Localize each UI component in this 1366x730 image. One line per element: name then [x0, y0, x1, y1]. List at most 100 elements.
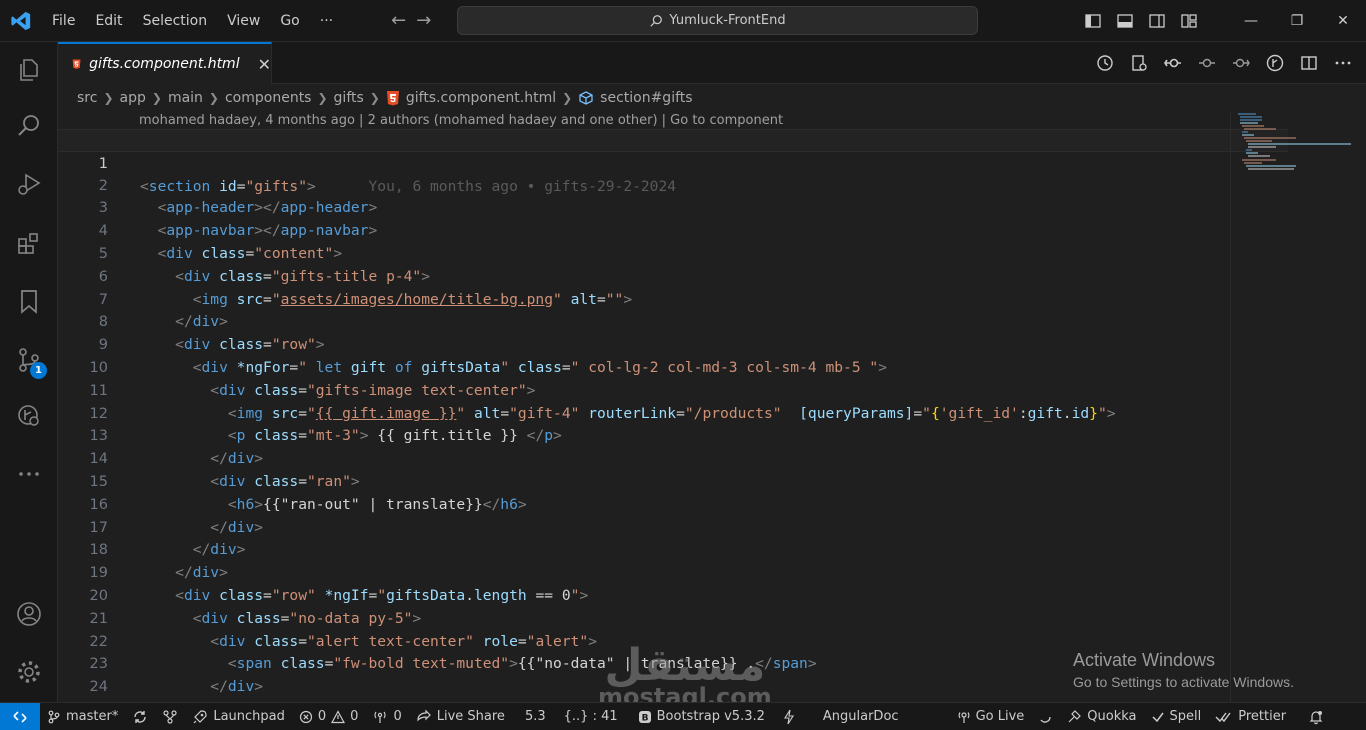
notifications-bell-icon[interactable] — [1301, 709, 1331, 725]
breadcrumb-src[interactable]: src — [77, 90, 97, 106]
version-label: 5.3 — [524, 709, 546, 724]
toggle-panel-icon[interactable] — [1116, 12, 1134, 30]
run-debug-icon[interactable] — [0, 160, 58, 208]
braces-label: {..} : 41 — [563, 709, 618, 724]
menu-file[interactable]: File — [42, 0, 85, 42]
html5-file-icon — [386, 91, 399, 106]
error-count: 0 — [317, 709, 327, 724]
toggle-primary-sidebar-icon[interactable] — [1084, 12, 1102, 30]
open-changes-icon[interactable] — [1130, 54, 1148, 72]
warning-icon — [331, 709, 346, 723]
chevron-right-icon: ❯ — [151, 91, 162, 105]
bookmarks-icon[interactable] — [0, 277, 58, 325]
problems-status[interactable]: 0 0 — [292, 709, 366, 724]
menu-edit[interactable]: Edit — [85, 0, 132, 42]
live-share-status[interactable]: Live Share — [409, 709, 512, 725]
menu-selection[interactable]: Selection — [133, 0, 218, 42]
minimap[interactable] — [1236, 112, 1356, 172]
breadcrumb: src ❯ app ❯ main ❯ components ❯ gifts ❯ … — [77, 87, 693, 109]
chevron-right-icon: ❯ — [562, 91, 573, 105]
tab-gifts-component-html[interactable]: gifts.component.html ✕ — [58, 42, 272, 84]
settings-gear-icon[interactable] — [0, 648, 58, 696]
next-change-icon[interactable] — [1232, 54, 1250, 72]
code-line: 3 <app-navbar></app-navbar> — [58, 175, 1288, 239]
ports-status[interactable]: 0 — [365, 709, 408, 725]
bootstrap-status[interactable]: B Bootstrap v5.3.2 — [631, 709, 772, 724]
tab-label: gifts.component.html — [89, 56, 240, 72]
tab-close-icon[interactable]: ✕ — [258, 55, 271, 74]
commit-icon[interactable] — [1198, 54, 1216, 72]
quokka-status[interactable]: Quokka — [1059, 709, 1143, 725]
search-icon — [650, 14, 663, 27]
mostaql-watermark: مستقل mostaql.com — [598, 640, 772, 702]
sync-icon[interactable] — [125, 709, 155, 725]
breadcrumb-gifts[interactable]: gifts — [334, 90, 364, 106]
code-line: 10 <div class="gifts-image text-center"> — [58, 334, 1288, 399]
breadcrumb-app[interactable]: app — [120, 90, 146, 106]
go-live-icon — [958, 711, 969, 723]
more-views-icon[interactable] — [0, 450, 58, 498]
activate-title: Activate Windows — [1073, 650, 1216, 670]
go-live-status[interactable]: Go Live — [950, 709, 1032, 724]
prettier-label: Prettier — [1238, 709, 1287, 724]
minimap-divider — [1230, 112, 1231, 702]
editor-tab-bar: gifts.component.html ✕ — [58, 42, 1366, 84]
code-line: 12 <p class="mt-3"> {{ gift.title }} </p… — [58, 380, 1288, 445]
toggle-secondary-sidebar-icon[interactable] — [1148, 12, 1166, 30]
code-line: 19 <div class="row" *ngIf="giftsData.len… — [58, 539, 1288, 604]
minimize-button[interactable]: — — [1228, 0, 1274, 42]
chevron-right-icon: ❯ — [103, 91, 114, 105]
gitlens-inspect-icon[interactable] — [1266, 54, 1284, 72]
html5-file-icon — [72, 59, 81, 69]
menu-view[interactable]: View — [217, 0, 270, 42]
timeline-history-icon[interactable] — [1096, 54, 1114, 72]
git-history-icon[interactable] — [0, 392, 58, 440]
breadcrumb-components[interactable]: components — [225, 90, 312, 106]
breadcrumb-symbol[interactable]: section#gifts — [600, 90, 692, 106]
split-editor-icon[interactable] — [1300, 54, 1318, 72]
code-editor[interactable]: mohamed hadaey, 4 months ago | 2 authors… — [58, 112, 1366, 702]
spell-status[interactable]: Spell — [1144, 709, 1209, 724]
source-control-icon[interactable]: 1 — [0, 336, 58, 384]
menu-more[interactable]: ··· — [310, 0, 343, 42]
command-center-search[interactable]: Yumluck-FrontEnd — [457, 6, 978, 35]
launchpad-status[interactable]: Launchpad — [185, 709, 292, 725]
breadcrumb-file[interactable]: gifts.component.html — [406, 90, 556, 106]
activity-bar: 1 — [0, 42, 58, 702]
gitlens-graph-icon[interactable] — [155, 709, 185, 725]
watermark-latin: mostaql.com — [598, 683, 772, 702]
lightning-icon[interactable] — [776, 709, 802, 725]
breadcrumb-main[interactable]: main — [168, 90, 203, 106]
live-share-icon — [417, 709, 431, 721]
remote-window-icon[interactable] — [0, 702, 40, 730]
code-line: 22 <span class="fw-bold text-muted">{{"n… — [58, 608, 1288, 673]
code-line: 16 </div> — [58, 471, 1288, 536]
close-window-button[interactable]: ✕ — [1320, 0, 1366, 42]
launchpad-label: Launchpad — [213, 709, 285, 724]
angulardoc-status[interactable]: AngularDoc — [816, 709, 906, 724]
prettier-status[interactable]: Prettier — [1208, 709, 1293, 724]
restore-button[interactable]: ❐ — [1274, 0, 1320, 42]
more-actions-icon[interactable] — [1334, 54, 1352, 72]
search-icon[interactable] — [0, 102, 58, 150]
version-status[interactable]: 5.3 — [518, 709, 553, 724]
json-path-status[interactable]: {..} : 41 — [557, 709, 625, 724]
vscode-logo-icon — [0, 0, 42, 42]
broadcast-icon — [374, 711, 387, 723]
codelens-blame[interactable]: mohamed hadaey, 4 months ago | 2 authors… — [139, 112, 783, 130]
extensions-icon[interactable] — [0, 219, 58, 267]
code-line: 8 <div class="row"> — [58, 289, 1288, 353]
code-line: 11 <img src="{{ gift.image }}" alt="gift… — [58, 357, 1288, 422]
explorer-icon[interactable] — [0, 46, 58, 94]
previous-change-icon[interactable] — [1164, 54, 1182, 72]
code-line: 9 <div *ngFor=" let gift of giftsData" c… — [58, 311, 1288, 376]
code-lines: 1 <section id="gifts"> You, 6 months ago… — [58, 129, 1288, 702]
forward-arrow-icon[interactable]: → — [416, 10, 431, 31]
accounts-icon[interactable] — [0, 590, 58, 638]
back-arrow-icon[interactable]: ← — [391, 10, 406, 31]
menu-go[interactable]: Go — [270, 0, 309, 42]
menu-bar: File Edit Selection View Go ··· — [42, 0, 343, 42]
error-icon — [299, 710, 312, 723]
branch-status[interactable]: master* — [40, 709, 125, 724]
customize-layout-icon[interactable] — [1180, 12, 1198, 30]
